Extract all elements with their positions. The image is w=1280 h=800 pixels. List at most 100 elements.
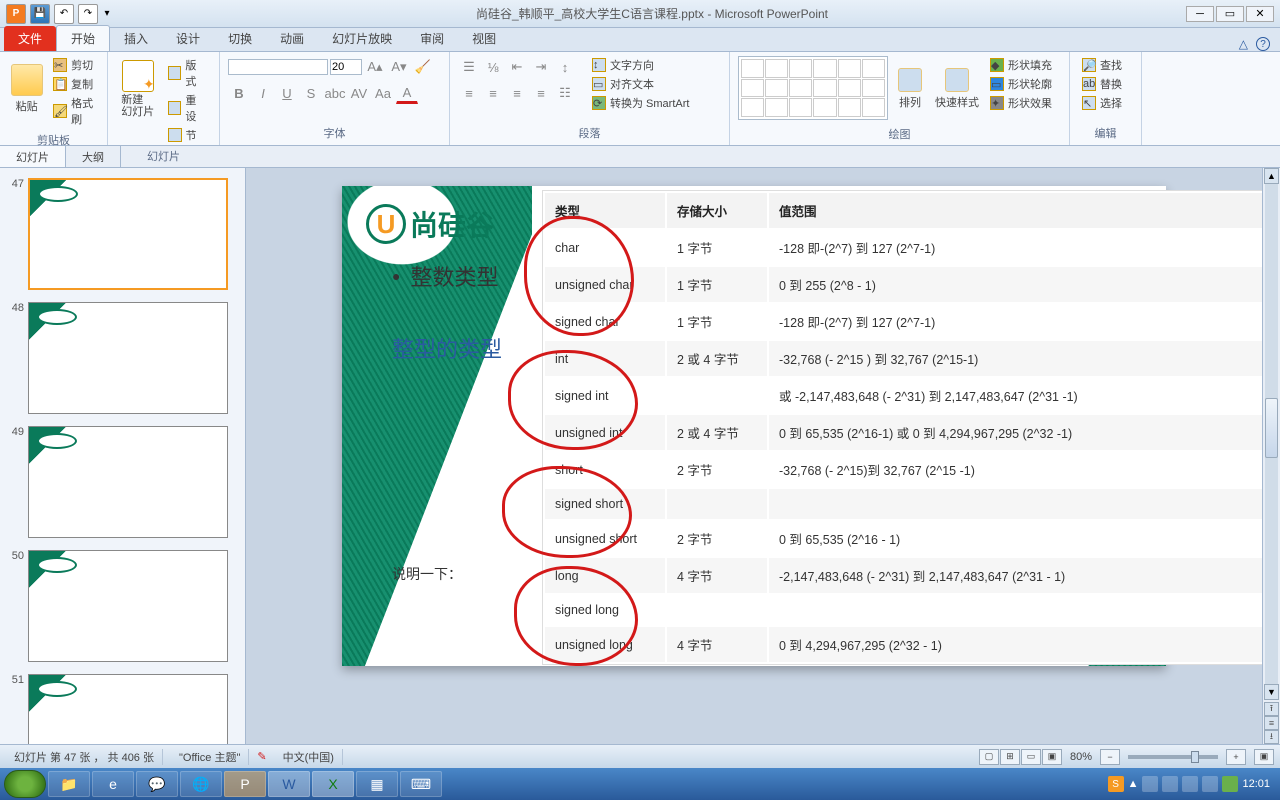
cut-button[interactable]: ✂剪切 [49,56,99,74]
thumbnail-50[interactable] [28,550,228,662]
table-row[interactable]: long4 字节-2,147,483,648 (- 2^31) 到 2,147,… [545,558,1262,593]
align-text-button[interactable]: ▭对齐文本 [588,75,693,93]
change-case-button[interactable]: Aa [372,82,394,104]
tab-insert[interactable]: 插入 [110,26,162,51]
slide-heading[interactable]: 整数类型 [392,260,502,292]
taskbar-app3[interactable]: ⌨ [400,771,442,797]
decrease-indent-button[interactable]: ⇤ [506,56,528,78]
table-row[interactable]: signed short [545,489,1262,519]
slideshow-view-button[interactable]: ▣ [1042,749,1062,765]
align-right-button[interactable]: ≡ [506,82,528,104]
layout-button[interactable]: 版式 [164,56,211,90]
tab-animations[interactable]: 动画 [266,26,318,51]
shape-outline-button[interactable]: ▭形状轮廓 [986,75,1056,93]
line-spacing-button[interactable]: ↕ [554,56,576,78]
new-slide-button[interactable]: ✦ 新建 幻灯片 [116,56,160,122]
theme-status[interactable]: "Office 主题" [171,749,249,765]
paste-button[interactable]: 粘贴 [8,56,45,122]
panel-tab-slides[interactable]: 幻灯片 [0,146,66,167]
tray-icon[interactable] [1142,776,1158,792]
table-row[interactable]: signed char1 字节-128 即-(2^7) 到 127 (2^7-1… [545,304,1262,339]
italic-button[interactable]: I [252,82,274,104]
table-row[interactable]: signed long [545,595,1262,625]
types-table[interactable]: 类型 存储大小 值范围 char1 字节-128 即-(2^7) 到 127 (… [542,190,1262,665]
slide-canvas[interactable]: U 尚硅谷 整数类型 整型的类型 说明一下： 类型 存储大小 值范围 char1… [246,168,1262,744]
find-button[interactable]: 🔎查找 [1078,56,1126,74]
shape-fill-button[interactable]: ◆形状填充 [986,56,1056,74]
tab-review[interactable]: 审阅 [406,26,458,51]
spellcheck-icon[interactable]: ✎ [257,750,266,763]
language-status[interactable]: 中文(中国) [275,749,343,765]
thumbnail-49[interactable] [28,426,228,538]
bullets-button[interactable]: ☰ [458,56,480,78]
tab-design[interactable]: 设计 [162,26,214,51]
shapes-gallery[interactable] [738,56,888,120]
zoom-in-button[interactable]: + [1226,749,1246,765]
tray-volume-icon[interactable] [1202,776,1218,792]
bold-button[interactable]: B [228,82,250,104]
arrange-button[interactable]: 排列 [892,56,928,122]
tab-home[interactable]: 开始 [56,25,110,51]
thumbnail-48[interactable] [28,302,228,414]
taskbar-app[interactable]: 💬 [136,771,178,797]
table-row[interactable]: short2 字节-32,768 (- 2^15)到 32,767 (2^15 … [545,452,1262,487]
align-center-button[interactable]: ≡ [482,82,504,104]
font-color-button[interactable]: A [396,82,418,104]
char-spacing-button[interactable]: AV [348,82,370,104]
zoom-out-button[interactable]: − [1100,749,1120,765]
font-family-combo[interactable] [228,59,328,75]
tray-network-icon[interactable] [1182,776,1198,792]
convert-smartart-button[interactable]: ⟳转换为 SmartArt [588,94,693,112]
tray-arrow-icon[interactable]: ▲ [1128,778,1139,790]
scroll-up-button[interactable]: ▲ [1264,168,1279,184]
vertical-scrollbar[interactable]: ▲ ▼ ⭱ ≡ ⭳ [1262,168,1280,744]
underline-button[interactable]: U [276,82,298,104]
table-row[interactable]: int2 或 4 字节-32,768 (- 2^15 ) 到 32,767 (2… [545,341,1262,376]
slide-nav-menu[interactable]: ≡ [1264,716,1279,730]
strikethrough-button[interactable]: S [300,82,322,104]
taskbar-browser[interactable]: 🌐 [180,771,222,797]
taskbar-app2[interactable]: ▦ [356,771,398,797]
decrease-font-button[interactable]: A▾ [388,56,410,78]
prev-slide-button[interactable]: ⭱ [1264,702,1279,716]
clock[interactable]: 12:01 [1242,778,1270,790]
slide-subheading[interactable]: 整型的类型 [392,332,502,364]
format-painter-button[interactable]: 🖌格式刷 [49,94,99,128]
close-window-button[interactable]: ✕ [1246,6,1274,22]
zoom-slider[interactable] [1128,755,1218,759]
align-left-button[interactable]: ≡ [458,82,480,104]
shape-effects-button[interactable]: ✦形状效果 [986,94,1056,112]
help-icon[interactable]: ? [1256,37,1270,51]
increase-font-button[interactable]: A▴ [364,56,386,78]
shadow-button[interactable]: abc [324,82,346,104]
reset-button[interactable]: 重设 [164,91,211,125]
fit-to-window-button[interactable]: ▣ [1254,749,1274,765]
select-button[interactable]: ↖选择 [1078,94,1126,112]
qat-customize[interactable]: ▾ [102,4,112,24]
panel-tab-outline[interactable]: 大纲 [66,146,121,167]
quick-styles-button[interactable]: 快速样式 [932,56,982,122]
table-row[interactable]: unsigned int2 或 4 字节0 到 65,535 (2^16-1) … [545,415,1262,450]
tab-file[interactable]: 文件 [4,26,56,51]
next-slide-button[interactable]: ⭳ [1264,730,1279,744]
scrollbar-thumb[interactable] [1265,398,1278,458]
save-button[interactable]: 💾 [30,4,50,24]
copy-button[interactable]: 📋复制 [49,75,99,93]
font-size-combo[interactable] [330,59,362,75]
taskbar-ie[interactable]: e [92,771,134,797]
replace-button[interactable]: ab替换 [1078,75,1126,93]
text-direction-button[interactable]: ↕文字方向 [588,56,693,74]
thumbnail-51[interactable] [28,674,228,744]
taskbar-powerpoint[interactable]: P [224,771,266,797]
sorter-view-button[interactable]: ⊞ [1000,749,1020,765]
scroll-down-button[interactable]: ▼ [1264,684,1279,700]
reading-view-button[interactable]: ▭ [1021,749,1041,765]
increase-indent-button[interactable]: ⇥ [530,56,552,78]
table-row[interactable]: unsigned long4 字节0 到 4,294,967,295 (2^32… [545,627,1262,662]
minimize-ribbon-icon[interactable]: △ [1239,37,1248,51]
taskbar-excel[interactable]: X [312,771,354,797]
table-row[interactable]: signed int或 -2,147,483,648 (- 2^31) 到 2,… [545,378,1262,413]
normal-view-button[interactable]: ▢ [979,749,999,765]
clear-formatting-button[interactable]: 🧹 [412,56,434,78]
thumbnail-47[interactable] [28,178,228,290]
